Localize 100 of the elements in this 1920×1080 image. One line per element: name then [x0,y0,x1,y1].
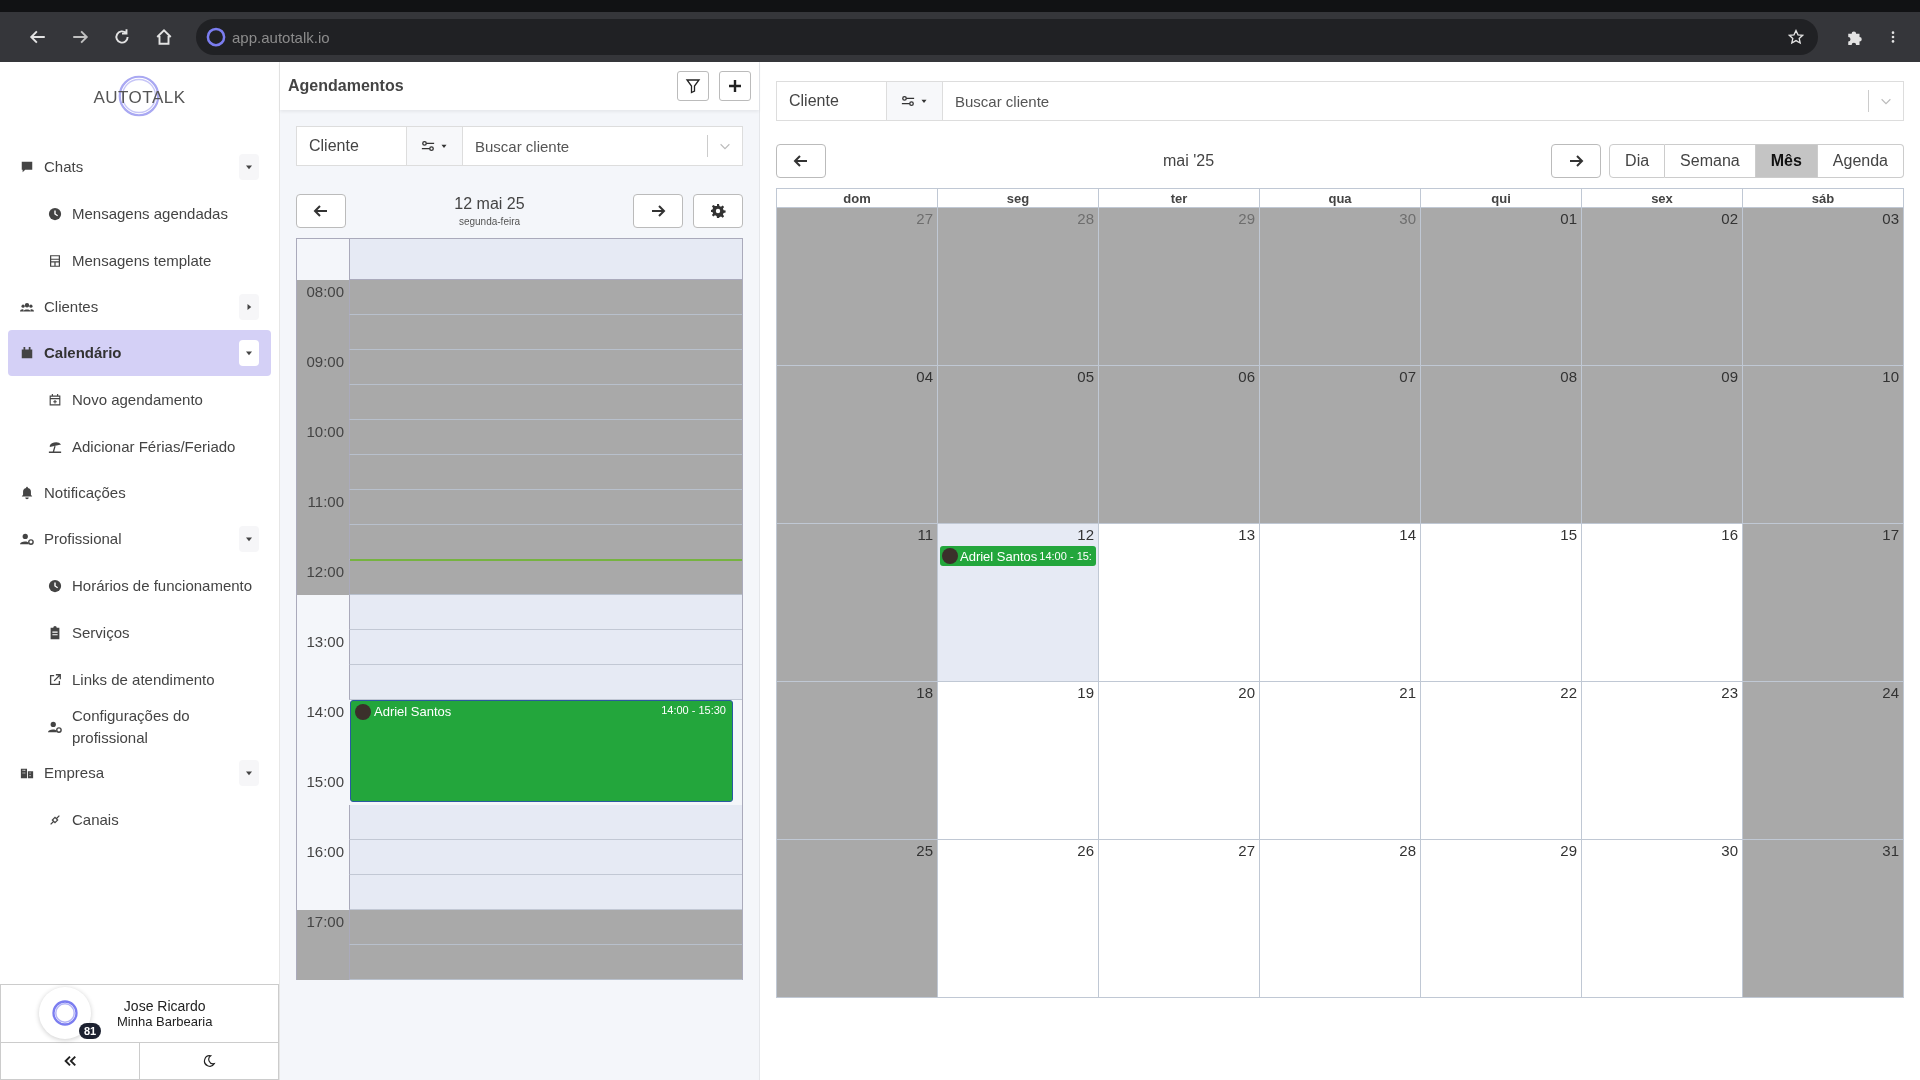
time-slot[interactable] [349,490,742,525]
sidebar-item[interactable]: Clientes [8,284,271,330]
time-slot[interactable] [349,630,742,665]
day-cell[interactable]: 14 [1260,524,1421,682]
previous-day-button[interactable] [296,194,346,228]
day-cell[interactable]: 28 [1260,840,1421,998]
client-search-bar[interactable]: Cliente Buscar cliente [776,81,1904,121]
sidebar-subitem[interactable]: Horários de funcionamento [8,562,271,609]
day-cell[interactable]: 02 [1582,208,1743,366]
time-slot[interactable] [349,840,742,875]
day-cell[interactable]: 12 Adriel Santos 14:00 - 15: [938,524,1099,682]
clock-icon [48,578,62,593]
day-cell[interactable]: 04 [777,366,938,524]
client-search-bar[interactable]: Cliente Buscar cliente [296,126,743,166]
ring-logo-icon [206,27,226,47]
day-cell[interactable]: 09 [1582,366,1743,524]
day-cell[interactable]: 22 [1421,682,1582,840]
time-slot[interactable] [349,805,742,840]
day-cell[interactable]: 31 [1743,840,1904,998]
address-bar[interactable]: app.autotalk.io [196,19,1818,55]
sidebar-subitem[interactable]: Mensagens template [8,237,271,284]
sidebar-subitem[interactable]: Mensagens agendadas [8,190,271,237]
day-cell[interactable]: 26 [938,840,1099,998]
avatar-circle [355,704,371,720]
day-cell[interactable]: 24 [1743,682,1904,840]
time-slot[interactable] [349,350,742,385]
time-slot[interactable] [349,875,742,910]
day-cell[interactable]: 21 [1260,682,1421,840]
view-tab[interactable]: Mês [1755,144,1818,178]
expand-toggle[interactable] [239,526,259,552]
time-slot[interactable] [349,665,742,700]
sidebar-item[interactable]: Notificações [8,470,271,516]
day-cell[interactable]: 20 [1099,682,1260,840]
day-cell[interactable]: 19 [938,682,1099,840]
time-slot[interactable] [349,280,742,315]
chat-bubble-icon [20,160,34,174]
client-search-field[interactable]: Buscar cliente [473,136,707,156]
sliders-icon [420,139,435,153]
view-tab[interactable]: Agenda [1817,144,1904,178]
day-cell[interactable]: 27 [1099,840,1260,998]
time-slot[interactable] [349,420,742,455]
notification-badge: 81 [79,1023,102,1039]
sidebar-subitem[interactable]: Links de atendimento [8,656,271,703]
sidebar-subitem[interactable]: Canais [8,796,271,843]
filter-mode-dropdown[interactable] [887,82,943,120]
day-cell[interactable]: 18 [777,682,938,840]
settings-button[interactable] [693,194,743,228]
day-cell[interactable]: 08 [1421,366,1582,524]
users-icon [20,300,34,314]
sidebar-subitem[interactable]: Serviços [8,609,271,656]
previous-month-button[interactable] [776,144,826,178]
view-tab[interactable]: Semana [1665,144,1756,178]
next-day-button[interactable] [633,194,683,228]
day-number: 29 [1560,842,1578,860]
add-button[interactable] [719,71,751,101]
day-cell[interactable]: 23 [1582,682,1743,840]
day-cell[interactable]: 17 [1743,524,1904,682]
day-cell[interactable]: 01 [1421,208,1582,366]
time-slot[interactable] [349,595,742,630]
view-tab[interactable]: Dia [1609,144,1666,178]
filter-button[interactable] [677,71,709,101]
expand-toggle[interactable] [239,154,259,180]
day-cell[interactable]: 29 [1421,840,1582,998]
time-slot[interactable] [349,525,742,560]
time-slot[interactable] [349,560,742,595]
sidebar-item[interactable]: Calendário [8,330,271,376]
sidebar-subitem[interactable]: Novo agendamento [8,376,271,423]
sidebar-item[interactable]: Chats [8,144,271,190]
sidebar-subitem[interactable]: Configurações do profissional [8,703,271,750]
time-slot[interactable] [349,910,742,945]
day-cell[interactable]: 16 [1582,524,1743,682]
day-cell[interactable]: 03 [1743,208,1904,366]
day-cell[interactable]: 06 [1099,366,1260,524]
day-cell[interactable]: 11 [777,524,938,682]
day-number: 25 [916,842,934,860]
home-icon [155,28,173,46]
expand-toggle[interactable] [239,294,259,320]
day-cell[interactable]: 10 [1743,366,1904,524]
day-cell[interactable]: 05 [938,366,1099,524]
day-cell[interactable]: 30 [1582,840,1743,998]
sidebar-subitem[interactable]: Adicionar Férias/Feriado [8,423,271,470]
next-month-button[interactable] [1551,144,1602,178]
right-arrow-icon [1568,153,1585,169]
day-cell[interactable]: 07 [1260,366,1421,524]
day-number: 20 [1238,684,1256,702]
client-search-field[interactable]: Buscar cliente [953,91,1868,111]
sidebar-item[interactable]: Profissional [8,516,271,562]
time-slot[interactable] [349,455,742,490]
filter-mode-dropdown[interactable] [407,127,463,165]
day-cell[interactable]: 15 [1421,524,1582,682]
time-slot[interactable] [349,385,742,420]
expand-toggle[interactable] [239,760,259,786]
day-cell[interactable]: 13 [1099,524,1260,682]
expand-toggle[interactable] [239,340,259,366]
time-slot[interactable] [349,945,742,980]
day-cell[interactable]: 25 [777,840,938,998]
time-slot[interactable] [349,315,742,350]
day-number: 13 [1238,526,1256,544]
left-arrow-icon [313,203,329,219]
sidebar-item[interactable]: Empresa [8,750,271,796]
